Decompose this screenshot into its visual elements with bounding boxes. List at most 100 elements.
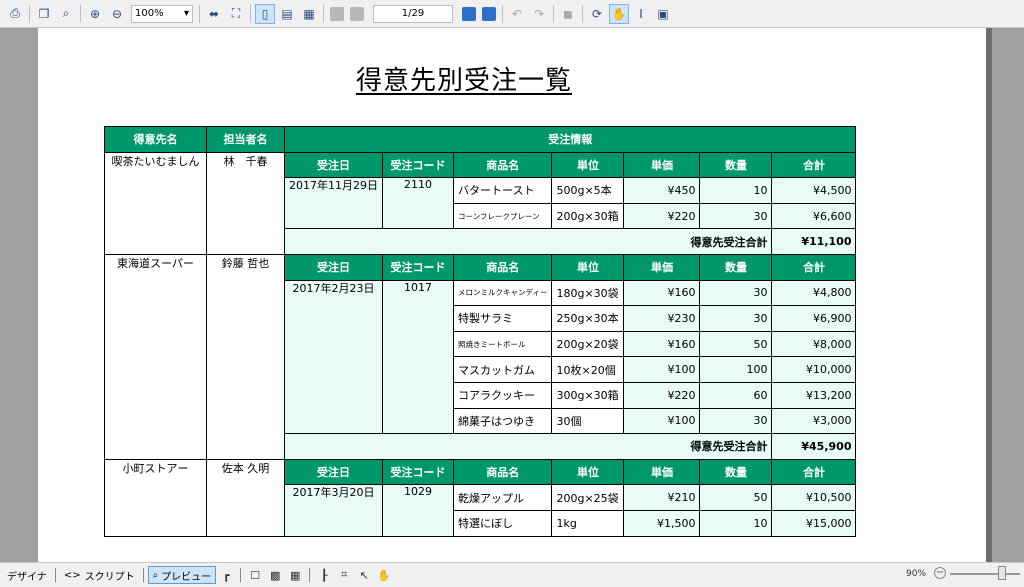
zoom-in-icon[interactable]: ⊕ bbox=[85, 4, 105, 24]
order-code-header: 受注コード bbox=[382, 458, 454, 486]
unit-price: ¥450 bbox=[623, 177, 701, 204]
product-name: 特製サラミ bbox=[452, 305, 553, 332]
find-icon[interactable]: ⌕ bbox=[56, 4, 76, 24]
zoom-select[interactable]: 100% ▾ bbox=[131, 4, 193, 23]
layout-icon[interactable]: ┏ bbox=[218, 567, 234, 583]
preview-toolbar: ⎙ ❐ ⌕ ⊕ ⊖ 100% ▾ ⬌ ⛶ ▯ ▤ ▦ 1/29 ↶ ↷ ◼ ⟳ … bbox=[0, 0, 1024, 28]
unit-cell: 30個 bbox=[551, 407, 625, 435]
line-total: ¥8,000 bbox=[771, 330, 857, 358]
single-page-icon[interactable]: ▯ bbox=[255, 3, 275, 24]
product-name: 綿菓子はつゆき bbox=[452, 407, 553, 435]
line-total: ¥4,800 bbox=[771, 279, 857, 307]
continuous-page-icon[interactable]: ▤ bbox=[277, 4, 297, 24]
price-header: 単価 bbox=[623, 458, 701, 486]
order-subheader-row: 喫茶たいむましん林 千春 受注日 受注コード 商品名 単位 単価 数量 合計 bbox=[104, 151, 857, 255]
line-total: ¥15,000 bbox=[771, 509, 857, 537]
preview-tab[interactable]: ⌕ プレビュー bbox=[147, 566, 217, 584]
fit-width-icon[interactable]: ⬌ bbox=[204, 4, 224, 24]
unit-cell: 200g×20袋 bbox=[551, 330, 625, 358]
refresh-icon[interactable]: ⟳ bbox=[587, 4, 607, 24]
order-info-header: 受注情報 bbox=[283, 126, 857, 153]
unit-price: ¥1,500 bbox=[623, 509, 701, 537]
script-tab-label: スクリプト bbox=[84, 571, 135, 583]
order-code-header: 受注コード bbox=[382, 151, 454, 179]
toolbar-separator bbox=[199, 4, 200, 23]
unit-price: ¥160 bbox=[623, 330, 701, 358]
quantity: 30 bbox=[699, 407, 773, 435]
staff-name: 林 千春 bbox=[206, 151, 285, 255]
stop-icon[interactable]: ◼ bbox=[558, 4, 578, 24]
order-subheader-row: 小町ストアー 佐本 久明 受注日 受注コード 商品名 単位 単価 数量 合計 bbox=[104, 458, 857, 537]
quantity: 10 bbox=[699, 509, 773, 537]
qty-header: 数量 bbox=[699, 151, 773, 179]
line-total: ¥10,000 bbox=[771, 356, 857, 383]
pointer-icon[interactable]: ↖ bbox=[356, 567, 372, 583]
toolbar-separator bbox=[553, 4, 554, 23]
tab-separator bbox=[54, 568, 56, 582]
order-code: 1017 bbox=[382, 279, 454, 435]
customer-name: 小町ストアー bbox=[104, 458, 207, 537]
back-icon[interactable]: ↶ bbox=[507, 4, 527, 24]
print-icon[interactable]: ⎙ bbox=[5, 4, 25, 24]
quantity: 10 bbox=[699, 177, 773, 204]
zoom-slider-track[interactable] bbox=[950, 573, 1020, 575]
fit-page-icon[interactable]: ⛶ bbox=[226, 4, 246, 24]
group-total-value: ¥45,900 bbox=[771, 433, 857, 460]
unit-price: ¥230 bbox=[623, 305, 701, 332]
price-header: 単価 bbox=[623, 151, 701, 179]
line-total: ¥6,900 bbox=[771, 305, 857, 332]
multi-page-icon[interactable]: ▦ bbox=[299, 4, 319, 24]
toolbar-separator bbox=[80, 4, 81, 23]
tab-separator bbox=[309, 568, 311, 582]
rectangle-icon[interactable]: ☐ bbox=[247, 567, 263, 583]
order-date-header: 受注日 bbox=[284, 458, 383, 486]
last-page-icon[interactable] bbox=[482, 6, 496, 21]
unit-cell: 180g×30袋 bbox=[551, 279, 625, 307]
first-page-icon[interactable] bbox=[330, 6, 344, 21]
tab-separator bbox=[240, 568, 242, 582]
zoom-minus-icon[interactable]: − bbox=[934, 567, 946, 579]
product-name: 乾燥アップル bbox=[452, 484, 553, 511]
order-code: 1029 bbox=[382, 484, 454, 537]
zoom-slider-thumb[interactable] bbox=[998, 566, 1006, 580]
zoom-out-icon[interactable]: ⊖ bbox=[107, 4, 127, 24]
crop-icon[interactable]: ⌗ bbox=[336, 567, 352, 583]
hand-tool-icon[interactable]: ✋ bbox=[609, 3, 629, 24]
total-header: 合計 bbox=[771, 151, 857, 179]
copy-icon[interactable]: ❐ bbox=[34, 4, 54, 24]
chevron-down-icon: ▾ bbox=[183, 8, 189, 19]
toolbar-separator bbox=[502, 4, 503, 23]
product-name: バタートースト bbox=[452, 177, 553, 204]
next-page-icon[interactable] bbox=[462, 6, 476, 21]
unit-price: ¥100 bbox=[623, 407, 701, 435]
toolbar-separator bbox=[250, 4, 251, 23]
script-tab[interactable]: <> スクリプト bbox=[60, 566, 139, 584]
page-shadow bbox=[986, 28, 992, 562]
product-header: 商品名 bbox=[452, 458, 553, 486]
order-code-header: 受注コード bbox=[382, 253, 454, 281]
text-select-icon[interactable]: I bbox=[631, 4, 651, 24]
price-header: 単価 bbox=[623, 253, 701, 281]
hand-icon[interactable]: ✋ bbox=[376, 567, 392, 583]
snapshot-icon[interactable]: ▣ bbox=[653, 4, 673, 24]
orders-table: 得意先名 担当者名 受注情報 喫茶たいむましん林 千春 受注日 受注コード 商品名 単位… bbox=[104, 126, 857, 537]
group-total-label: 得意先受注合計 bbox=[283, 228, 773, 255]
previous-page-icon[interactable] bbox=[350, 6, 364, 21]
qty-header: 数量 bbox=[699, 253, 773, 281]
ruler-icon[interactable]: ┠ bbox=[316, 567, 332, 583]
quantity: 60 bbox=[699, 381, 773, 409]
staff-name: 佐本 久明 bbox=[206, 458, 285, 537]
unit-price: ¥220 bbox=[623, 381, 701, 409]
page-number-input[interactable]: 1/29 bbox=[373, 4, 453, 23]
product-header: 商品名 bbox=[452, 253, 553, 281]
unit-header: 単位 bbox=[551, 458, 625, 486]
designer-tab[interactable]: デザイナ bbox=[3, 566, 51, 584]
unit-cell: 1kg bbox=[551, 509, 625, 537]
dotted-grid-icon[interactable]: ▩ bbox=[267, 567, 283, 583]
forward-icon[interactable]: ↷ bbox=[529, 4, 549, 24]
grid-icon[interactable]: ▦ bbox=[287, 567, 303, 583]
code-icon: <> bbox=[63, 569, 81, 581]
quantity: 100 bbox=[699, 356, 773, 383]
customer-header: 得意先名 bbox=[104, 126, 207, 153]
product-name: メロンミルクキャンディー bbox=[452, 279, 553, 307]
